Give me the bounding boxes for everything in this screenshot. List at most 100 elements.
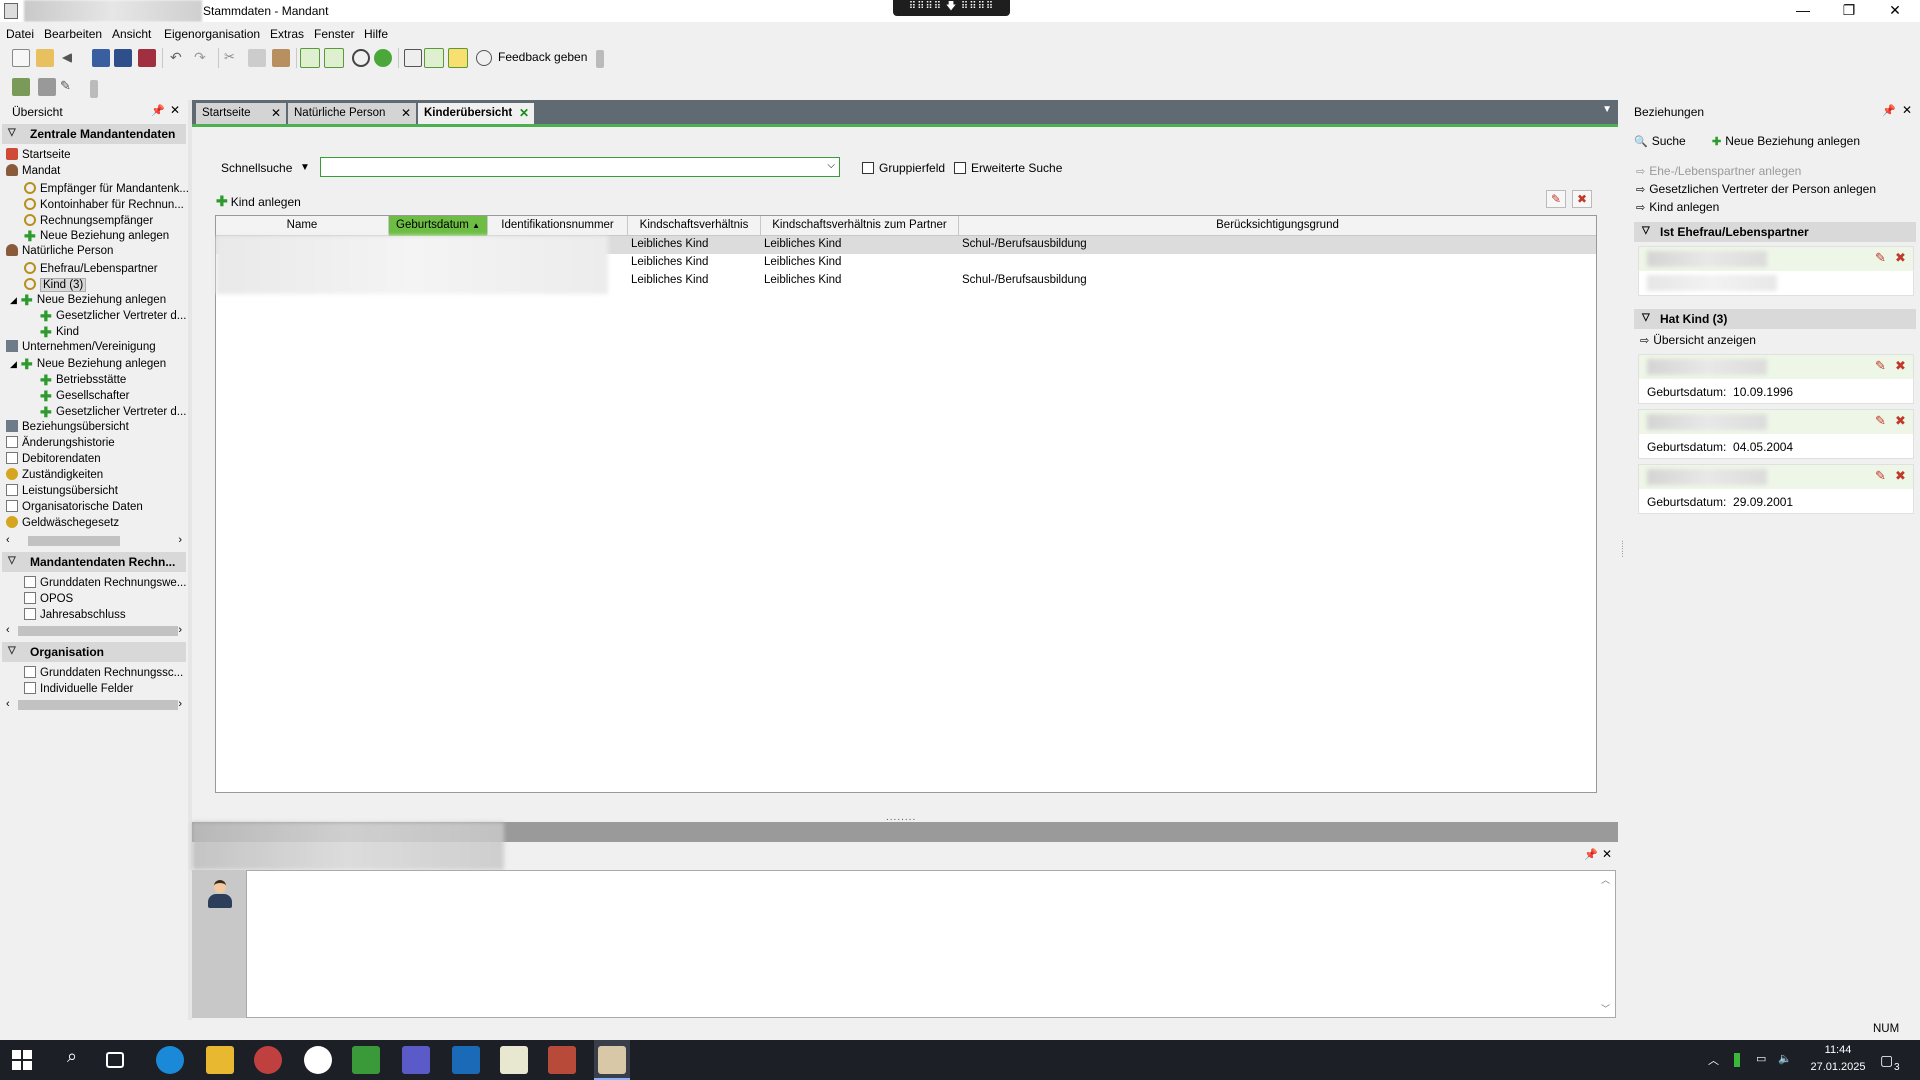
menu-bearbeiten[interactable]: Bearbeiten — [44, 27, 102, 41]
file-explorer-icon[interactable] — [206, 1046, 234, 1074]
tab-natuerliche-person[interactable]: Natürliche Person ✕ — [288, 103, 416, 124]
menu-eigenorganisation[interactable]: Eigenorganisation — [164, 27, 260, 41]
network-icon[interactable]: ▭ — [1756, 1052, 1766, 1065]
history-icon[interactable] — [352, 49, 370, 67]
windows-start-icon[interactable] — [12, 1050, 32, 1070]
edge-icon[interactable] — [156, 1046, 184, 1074]
tree-item-jahresabschluss[interactable]: Jahresabschluss — [24, 608, 126, 624]
chevron-up-icon[interactable]: ︿ — [1708, 1052, 1719, 1068]
search-icon[interactable]: ⌕ — [58, 1046, 86, 1074]
tree-item-geldwaeschegesetz[interactable]: Geldwäschegesetz — [6, 516, 119, 532]
tree-item-organisatorische-daten[interactable]: Organisatorische Daten — [6, 500, 143, 516]
scroll-right-icon[interactable]: › — [178, 624, 182, 636]
gruppierfeld-checkbox[interactable]: Gruppierfeld — [862, 161, 945, 175]
menu-hilfe[interactable]: Hilfe — [364, 27, 388, 41]
child-card[interactable]: ✎ ✖ Geburtsdatum: 04.05.2004 — [1638, 409, 1914, 459]
child-card[interactable]: ✎ ✖ Geburtsdatum: 10.09.1996 — [1638, 354, 1914, 404]
feedback-icon[interactable] — [476, 50, 492, 66]
menu-fenster[interactable]: Fenster — [314, 27, 355, 41]
wand-icon[interactable]: ✎ — [60, 78, 78, 96]
suche-button[interactable]: 🔍 Suche — [1634, 134, 1686, 148]
expander-icon[interactable]: ◢ — [10, 295, 17, 305]
tree-item-startseite[interactable]: Startseite — [6, 148, 71, 164]
tree-item-unternehmen[interactable]: Unternehmen/Vereinigung — [6, 340, 156, 356]
app-icon[interactable] — [548, 1046, 576, 1074]
remote-session-bar[interactable]: ⠿⠿⠿⠿ 🡇 ⠿⠿⠿⠿ — [893, 0, 1010, 16]
edit-pencil-icon[interactable]: ✎ — [1875, 413, 1886, 429]
delete-icon[interactable]: ✖ — [1572, 190, 1592, 208]
scroll-right-icon[interactable]: › — [178, 534, 182, 546]
outlook-icon[interactable] — [452, 1046, 480, 1074]
tab-list-dropdown-icon[interactable]: ▼ — [1602, 104, 1612, 115]
tree-item-gesellschafter[interactable]: ✚ Gesellschafter — [40, 388, 130, 404]
redo-icon[interactable]: ↷ — [194, 49, 212, 67]
schnellsuche-dropdown-icon[interactable]: ▼ — [300, 162, 310, 173]
horizontal-scrollbar[interactable]: ‹ › — [4, 624, 186, 638]
edit-list-icon[interactable] — [38, 78, 56, 96]
clock-time[interactable]: 11:44 — [1818, 1044, 1858, 1056]
save-all-icon[interactable] — [114, 49, 132, 67]
section-zentrale-mandantendaten[interactable]: ▽ Zentrale Mandantendaten — [2, 124, 186, 144]
scroll-left-icon[interactable]: ‹ — [6, 624, 10, 636]
scroll-down-icon[interactable]: ﹀ — [1601, 1002, 1610, 1015]
horizontal-scrollbar[interactable]: ‹ › — [4, 698, 186, 712]
column-header-kindschaftsverhaeltnis-partner[interactable]: Kindschaftsverhältnis zum Partner — [761, 216, 959, 236]
list-icon[interactable] — [324, 48, 344, 68]
tree-item-rechnungsempfaenger[interactable]: Rechnungsempfänger — [24, 212, 153, 228]
column-header-geburtsdatum[interactable]: Geburtsdatum ▲ — [389, 216, 488, 236]
tree-item-grunddaten-rechnungsschreibung[interactable]: Grunddaten Rechnungssc... — [24, 666, 183, 682]
tree-item-empfaenger[interactable]: Empfänger für Mandantenk... — [24, 180, 189, 196]
tree-item-kind[interactable]: ✚ Kind — [40, 324, 79, 340]
filter-icon[interactable] — [300, 48, 320, 68]
tree-item-neue-beziehung-2[interactable]: ◢ ✚ Neue Beziehung anlegen — [10, 292, 166, 308]
tree-item-debitorendaten[interactable]: Debitorendaten — [6, 452, 101, 468]
minimize-button[interactable]: — — [1780, 0, 1826, 22]
scroll-left-icon[interactable]: ‹ — [6, 698, 10, 710]
section-ehefrau-lebenspartner[interactable]: ▽ Ist Ehefrau/Lebenspartner — [1634, 222, 1916, 242]
delete-icon[interactable]: ✖ — [1895, 358, 1906, 374]
section-hat-kind[interactable]: ▽ Hat Kind (3) — [1634, 309, 1916, 329]
app-icon[interactable] — [352, 1046, 380, 1074]
kind-anlegen-link[interactable]: ⇨ Kind anlegen — [1636, 200, 1719, 214]
back-icon[interactable] — [62, 53, 72, 63]
tree-item-leistungsuebersicht[interactable]: Leistungsübersicht — [6, 484, 118, 500]
tree-item-zustaendigkeiten[interactable]: Zuständigkeiten — [6, 468, 103, 484]
child-card[interactable]: ✎ ✖ Geburtsdatum: 29.09.2001 — [1638, 464, 1914, 514]
notification-icon[interactable]: ▢ — [1880, 1052, 1893, 1069]
tree-item-ehefrau[interactable]: Ehefrau/Lebenspartner — [24, 260, 158, 276]
kind-anlegen-button[interactable]: ✚ Kind anlegen — [216, 193, 301, 210]
cut-icon[interactable]: ✂ — [224, 49, 242, 67]
undo-icon[interactable]: ↶ — [170, 49, 188, 67]
close-tab-icon[interactable]: ✕ — [401, 106, 411, 120]
partner-card[interactable]: ✎ ✖ — [1638, 246, 1914, 296]
pin-icon[interactable]: 📌 — [1584, 848, 1598, 861]
close-icon[interactable]: ✕ — [1902, 103, 1912, 117]
pin-icon[interactable]: 📌 — [151, 104, 165, 117]
tree-item-grunddaten-rechnungswesen[interactable]: Grunddaten Rechnungswe... — [24, 576, 186, 592]
tree-item-opos[interactable]: OPOS — [24, 592, 73, 608]
save-icon[interactable] — [92, 49, 110, 67]
security-icon[interactable] — [304, 1046, 332, 1074]
ehe-lebenspartner-anlegen-link[interactable]: ⇨ Ehe-/Lebenspartner anlegen — [1636, 164, 1801, 178]
copy-icon[interactable] — [248, 49, 266, 67]
tree-item-kind-selected[interactable]: Kind (3) — [24, 276, 87, 292]
close-icon[interactable]: ✕ — [170, 103, 180, 117]
save-close-icon[interactable] — [138, 49, 156, 67]
vertical-scrollbar[interactable]: ︿ ﹀ — [1601, 873, 1613, 1015]
column-header-kindschaftsverhaeltnis[interactable]: Kindschaftsverhältnis — [628, 216, 761, 236]
paste-icon[interactable] — [272, 49, 290, 67]
tab-kinderuebersicht[interactable]: Kinderübersicht ✕ — [418, 103, 534, 124]
scroll-left-icon[interactable]: ‹ — [6, 534, 10, 546]
close-tab-icon[interactable]: ✕ — [271, 106, 281, 120]
task-view-icon[interactable] — [106, 1052, 124, 1068]
expander-icon[interactable]: ◢ — [10, 359, 17, 369]
chevron-down-icon[interactable]: ⌵ — [827, 160, 835, 171]
tree-item-aenderungshistorie[interactable]: Änderungshistorie — [6, 436, 115, 452]
toolbar-overflow-icon[interactable] — [90, 80, 98, 98]
teams-icon[interactable] — [402, 1046, 430, 1074]
scroll-thumb[interactable] — [18, 700, 178, 710]
tree-item-gesetzlicher-vertreter-2[interactable]: ✚ Gesetzlicher Vertreter d... — [40, 404, 186, 420]
tree-item-neue-beziehung[interactable]: ✚ Neue Beziehung anlegen — [24, 228, 169, 244]
help-icon[interactable] — [374, 49, 392, 67]
tree-item-individuelle-felder[interactable]: Individuelle Felder — [24, 682, 133, 698]
